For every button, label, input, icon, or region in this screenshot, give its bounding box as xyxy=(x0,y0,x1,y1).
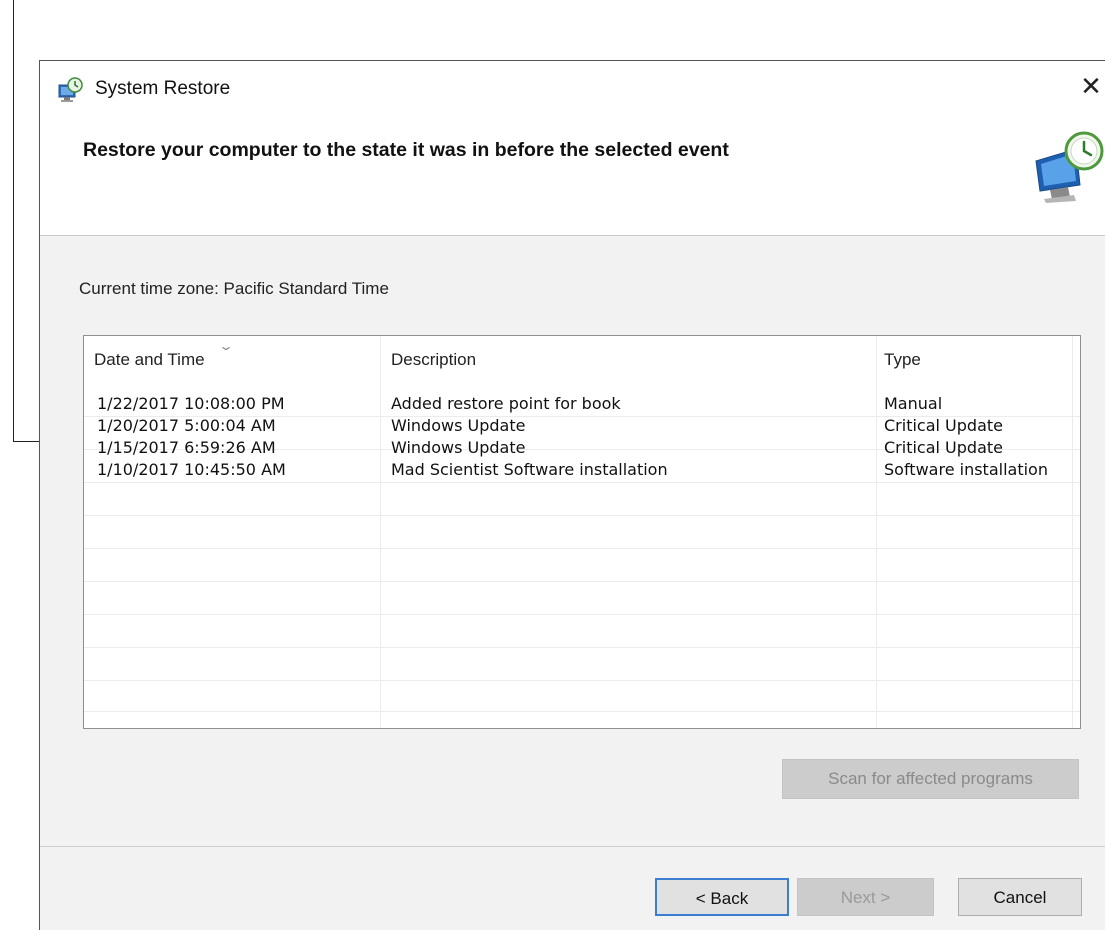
cell-type: Critical Update xyxy=(884,438,1003,457)
cell-description: Added restore point for book xyxy=(391,394,621,413)
cell-description: Mad Scientist Software installation xyxy=(391,460,668,479)
grid-line xyxy=(84,482,1080,483)
table-row[interactable]: 1/15/2017 6:59:26 AM Windows Update Crit… xyxy=(84,437,1080,459)
back-button[interactable]: < Back xyxy=(655,878,789,916)
system-restore-icon xyxy=(56,76,84,104)
callout-line-vertical xyxy=(13,0,14,442)
cell-description: Windows Update xyxy=(391,438,526,457)
list-header: Date and Time ⌄ Description Type xyxy=(84,336,1080,384)
header-panel: Restore your computer to the state it wa… xyxy=(40,119,1105,236)
cell-date: 1/22/2017 10:08:00 PM xyxy=(97,394,285,413)
title-bar[interactable]: System Restore ✕ xyxy=(40,61,1105,119)
cell-type: Manual xyxy=(884,394,943,413)
page-title: Restore your computer to the state it wa… xyxy=(83,139,729,161)
column-header-type[interactable]: Type xyxy=(884,350,921,370)
grid-line xyxy=(84,647,1080,648)
dialog-footer: < Back Next > Cancel xyxy=(40,846,1105,930)
grid-line xyxy=(84,581,1080,582)
grid-line xyxy=(84,548,1080,549)
grid-line xyxy=(84,711,1080,712)
grid-line xyxy=(84,515,1080,516)
cell-type: Software installation xyxy=(884,460,1048,479)
column-header-date[interactable]: Date and Time xyxy=(94,350,205,370)
cell-type: Critical Update xyxy=(884,416,1003,435)
timezone-label: Current time zone: Pacific Standard Time xyxy=(79,279,389,298)
table-row[interactable]: 1/22/2017 10:08:00 PM Added restore poin… xyxy=(84,393,1080,415)
window-title: System Restore xyxy=(95,78,231,99)
system-restore-dialog: System Restore ✕ Restore your computer t… xyxy=(39,60,1105,930)
cell-date: 1/10/2017 10:45:50 AM xyxy=(97,460,286,479)
screenshot-canvas: System Restore ✕ Restore your computer t… xyxy=(0,0,1105,930)
scan-affected-programs-button[interactable]: Scan for affected programs xyxy=(782,759,1079,799)
cell-date: 1/20/2017 5:00:04 AM xyxy=(97,416,276,435)
grid-line xyxy=(84,680,1080,681)
cancel-button[interactable]: Cancel xyxy=(958,878,1082,916)
dialog-body: Current time zone: Pacific Standard Time… xyxy=(40,236,1105,846)
restore-monitor-icon xyxy=(1028,127,1105,205)
close-button[interactable]: ✕ xyxy=(1076,71,1105,101)
cell-description: Windows Update xyxy=(391,416,526,435)
next-button[interactable]: Next > xyxy=(797,878,934,916)
grid-line xyxy=(84,614,1080,615)
table-row[interactable]: 1/10/2017 10:45:50 AM Mad Scientist Soft… xyxy=(84,459,1080,481)
sort-descending-icon: ⌄ xyxy=(217,339,235,353)
restore-points-list[interactable]: Date and Time ⌄ Description Type 1/22/20… xyxy=(83,335,1081,729)
cell-date: 1/15/2017 6:59:26 AM xyxy=(97,438,276,457)
table-row[interactable]: 1/20/2017 5:00:04 AM Windows Update Crit… xyxy=(84,415,1080,437)
column-header-description[interactable]: Description xyxy=(391,350,476,370)
